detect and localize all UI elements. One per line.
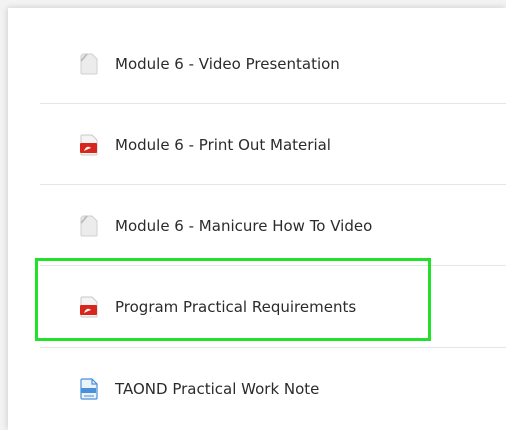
generic-file-icon xyxy=(78,52,100,76)
list-item-label: Module 6 - Manicure How To Video xyxy=(115,216,373,235)
list-item-label: Module 6 - Video Presentation xyxy=(115,54,340,73)
list-item-label: Module 6 - Print Out Material xyxy=(115,135,331,154)
pdf-file-icon xyxy=(78,133,100,157)
list-item-module-6-print-out-material[interactable]: Module 6 - Print Out Material xyxy=(40,104,506,185)
resource-list-panel: Module 6 - Video Presentation Module 6 -… xyxy=(8,8,506,430)
list-item-module-6-manicure-how-to-video[interactable]: Module 6 - Manicure How To Video xyxy=(40,185,506,266)
generic-file-icon xyxy=(78,214,100,238)
list-item-taond-practical-work-note[interactable]: TAOND Practical Work Note xyxy=(40,348,506,429)
pdf-file-icon xyxy=(78,295,100,319)
list-item-program-practical-requirements[interactable]: Program Practical Requirements xyxy=(40,266,506,347)
document-file-icon xyxy=(78,377,100,401)
list-item-module-6-video-presentation[interactable]: Module 6 - Video Presentation xyxy=(40,23,506,104)
list-item-label: Program Practical Requirements xyxy=(115,297,357,316)
list-item-label: TAOND Practical Work Note xyxy=(115,379,320,398)
